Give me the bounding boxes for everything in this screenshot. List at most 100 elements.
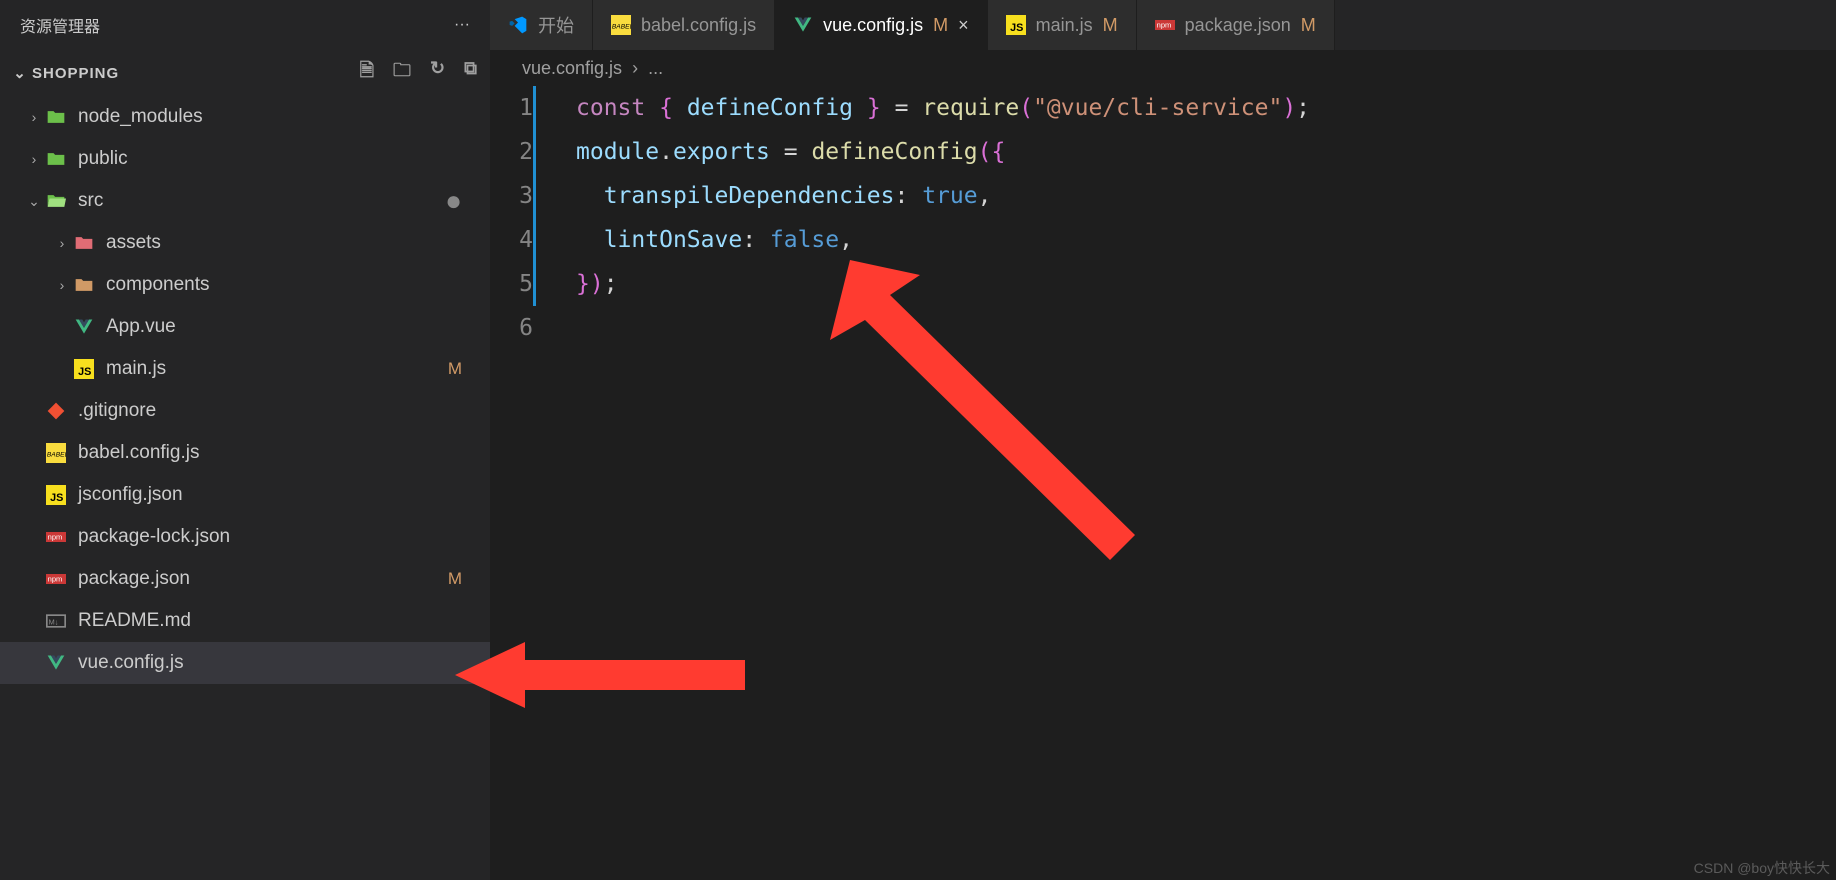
tree-item-main-js[interactable]: JS main.jsM (0, 348, 490, 390)
explorer-header: 资源管理器 ··· (0, 0, 490, 50)
tree-item-node_modules[interactable]: ›node_modules (0, 96, 490, 138)
svg-text:JS: JS (1010, 22, 1023, 34)
folder-yellow-icon (72, 275, 96, 295)
git-icon (44, 401, 68, 421)
svg-text:BABEL: BABEL (47, 451, 66, 458)
line-number: 3 (490, 174, 536, 218)
tree-item-README-md[interactable]: M↓ README.md (0, 600, 490, 642)
code-line: const { defineConfig } = require("@vue/c… (576, 86, 1836, 130)
line-number: 1 (490, 86, 536, 130)
close-icon[interactable]: × (958, 15, 969, 36)
vue-gear-icon (793, 15, 813, 35)
tree-item-src[interactable]: ⌄ src● (0, 180, 490, 222)
tree-item--gitignore[interactable]: .gitignore (0, 390, 490, 432)
tree-item-label: App.vue (106, 316, 490, 338)
modified-badge: M (448, 359, 490, 379)
refresh-icon[interactable]: ↻ (430, 58, 446, 88)
tree-item-babel-config-js[interactable]: BABEL babel.config.js (0, 432, 490, 474)
tree-item-label: .gitignore (78, 400, 490, 422)
svg-text:npm: npm (48, 533, 63, 542)
chevron-icon: › (52, 277, 72, 293)
tree-item-components[interactable]: ›components (0, 264, 490, 306)
chevron-icon: ⌄ (24, 193, 44, 210)
breadcrumb[interactable]: vue.config.js › ... (490, 50, 1836, 86)
svg-text:M↓: M↓ (49, 617, 59, 626)
tree-item-label: package-lock.json (78, 526, 490, 548)
tree-item-label: vue.config.js (78, 652, 490, 674)
new-folder-icon[interactable]: 🗀 (393, 58, 412, 88)
line-number: 4 (490, 218, 536, 262)
line-number: 6 (490, 306, 536, 350)
svg-text:BABEL: BABEL (612, 23, 631, 30)
npm-icon: npm (44, 527, 68, 547)
svg-text:npm: npm (1156, 21, 1171, 30)
file-tree: ›node_modules›public ⌄ src● ›assets›compone… (0, 96, 490, 880)
tab-label: vue.config.js (823, 15, 923, 36)
code-content: const { defineConfig } = require("@vue/c… (566, 86, 1836, 880)
more-icon[interactable]: ··· (454, 16, 470, 34)
tree-item-vue-config-js[interactable]: vue.config.js (0, 642, 490, 684)
tree-item-label: src (78, 190, 445, 212)
tree-item-assets[interactable]: ›assets (0, 222, 490, 264)
line-number: 5 (490, 262, 536, 306)
chevron-down-icon: ⌄ (12, 64, 28, 82)
tree-item-jsconfig-json[interactable]: JSjsconfig.json (0, 474, 490, 516)
modified-badge: M (448, 569, 490, 589)
vscode-icon (508, 15, 528, 35)
tab-package-json[interactable]: npmpackage.jsonM (1137, 0, 1335, 50)
folder-green-icon (44, 107, 68, 127)
js-icon: JS (72, 359, 96, 379)
editor-tabs: 开始BABELbabel.config.jsvue.config.jsM×JSm… (490, 0, 1836, 50)
tree-item-App-vue[interactable]: App.vue (0, 306, 490, 348)
tab-label: babel.config.js (641, 15, 756, 36)
watermark: CSDN @boy快快长大 (1694, 858, 1830, 878)
tab--[interactable]: 开始 (490, 0, 593, 50)
breadcrumb-more: ... (648, 58, 663, 79)
tree-item-label: main.js (106, 358, 448, 380)
explorer-title: 资源管理器 (20, 13, 454, 37)
chevron-icon: › (24, 151, 44, 167)
folder-red-icon (72, 233, 96, 253)
annotation-arrow-sidebar (455, 630, 755, 750)
js-icon: JS (1006, 15, 1026, 35)
svg-text:JS: JS (78, 366, 91, 378)
babel-icon: BABEL (44, 443, 68, 463)
tree-item-label: README.md (78, 610, 490, 632)
breadcrumb-file: vue.config.js (522, 58, 622, 79)
breadcrumb-sep-icon: › (632, 58, 638, 79)
code-line: lintOnSave: false, (576, 218, 1836, 262)
line-numbers: 123456 (490, 86, 566, 880)
new-file-icon[interactable]: 🗎 (360, 58, 375, 88)
modified-badge: M (1103, 15, 1118, 36)
tree-item-label: babel.config.js (78, 442, 490, 464)
project-name: SHOPPING (32, 65, 360, 82)
tab-label: 开始 (538, 12, 574, 38)
code-line: transpileDependencies: true, (576, 174, 1836, 218)
vue-icon (72, 317, 96, 337)
tab-main-js[interactable]: JSmain.jsM (988, 0, 1137, 50)
svg-text:npm: npm (48, 575, 63, 584)
babel-icon: BABEL (611, 15, 631, 35)
explorer-sidebar: 资源管理器 ··· ⌄ SHOPPING 🗎 🗀 ↻ ⧉ ›node_modul… (0, 0, 490, 880)
tab-label: package.json (1185, 15, 1291, 36)
folder-open-green-icon (44, 191, 68, 211)
project-header[interactable]: ⌄ SHOPPING 🗎 🗀 ↻ ⧉ (0, 50, 490, 96)
code-line (576, 306, 1836, 350)
tree-item-public[interactable]: ›public (0, 138, 490, 180)
md-icon: M↓ (44, 611, 68, 631)
tree-item-package-json[interactable]: npmpackage.jsonM (0, 558, 490, 600)
code-editor[interactable]: 123456 const { defineConfig } = require(… (490, 86, 1836, 880)
line-number: 2 (490, 130, 536, 174)
tree-item-package-lock-json[interactable]: npm package-lock.json (0, 516, 490, 558)
tab-babel-config-js[interactable]: BABEL babel.config.js (593, 0, 775, 50)
folder-green-icon (44, 149, 68, 169)
tab-vue-config-js[interactable]: vue.config.jsM× (775, 0, 988, 50)
chevron-icon: › (52, 235, 72, 251)
collapse-icon[interactable]: ⧉ (464, 58, 478, 88)
npm-icon: npm (44, 569, 68, 589)
vue-gear-icon (44, 653, 68, 673)
tree-item-label: jsconfig.json (78, 484, 490, 506)
dirty-dot-icon: ● (445, 185, 490, 217)
code-line: module.exports = defineConfig({ (576, 130, 1836, 174)
chevron-icon: › (24, 109, 44, 125)
